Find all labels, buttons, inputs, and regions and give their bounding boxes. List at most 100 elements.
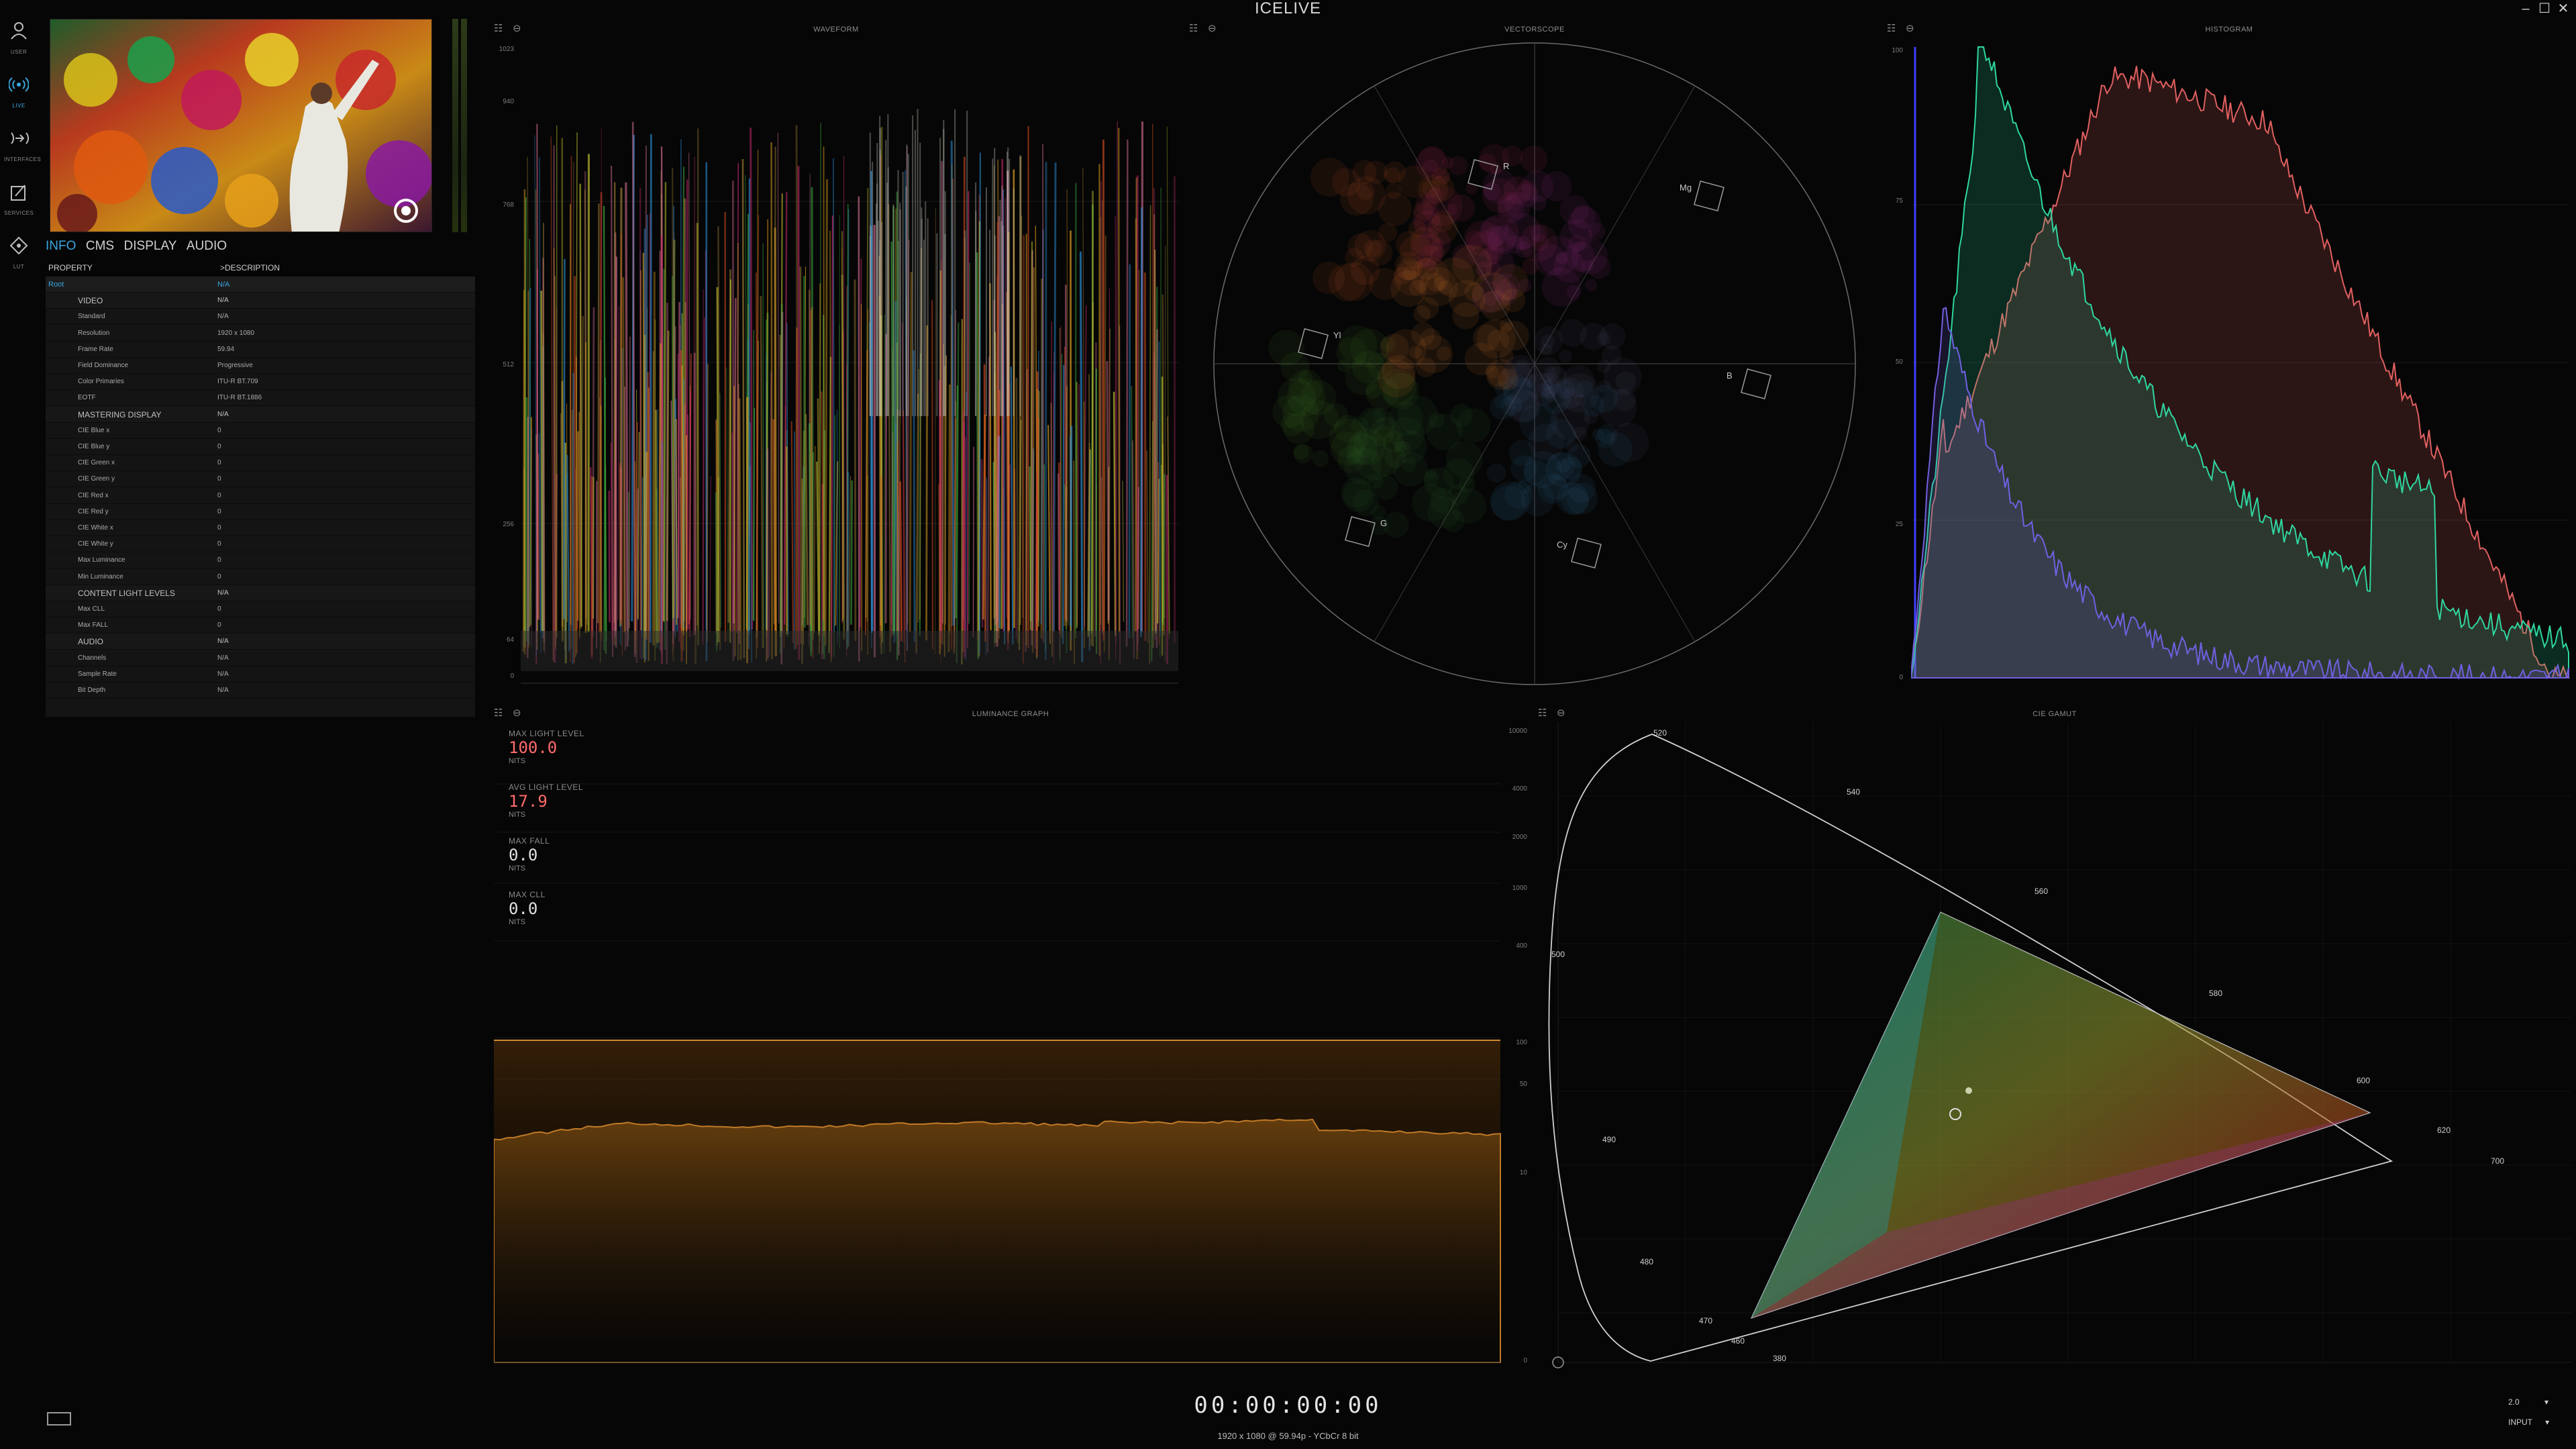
- property-key: Root: [48, 281, 64, 289]
- nav-label: USER: [10, 49, 28, 55]
- audio-meter-bar: [461, 19, 467, 232]
- property-key: VIDEO: [78, 296, 103, 306]
- property-row[interactable]: Min Luminance 0: [46, 569, 475, 585]
- vector-target-label: R: [1503, 161, 1509, 171]
- property-row[interactable]: Max CLL 0: [46, 601, 475, 617]
- axis-label: 1023: [499, 46, 514, 53]
- property-row[interactable]: CIE Blue y 0: [46, 439, 475, 455]
- cie-title: CIE GAMUT: [2032, 710, 2077, 718]
- source-value: INPUT: [2508, 1417, 2532, 1427]
- property-row[interactable]: AUDIO N/A: [46, 634, 475, 650]
- property-row[interactable]: Field Dominance Progressive: [46, 358, 475, 374]
- nav-label: LUT: [13, 264, 25, 270]
- audio-meter: [452, 19, 470, 232]
- property-value: 0: [217, 491, 221, 499]
- property-key: Channels: [78, 654, 107, 662]
- luminance-plot: [493, 783, 1501, 1363]
- property-row[interactable]: Bit Depth N/A: [46, 683, 475, 699]
- property-row[interactable]: CIE Green x 0: [46, 455, 475, 472]
- property-row[interactable]: CIE White y 0: [46, 536, 475, 553]
- vector-target-label: B: [1727, 370, 1733, 381]
- vector-target-label: Mg: [1680, 183, 1692, 193]
- tab-info[interactable]: INFO: [46, 239, 76, 254]
- cie-gamut-scope[interactable]: 520 540 560 580 600 620 700 500 490 480 470 460 380: [1538, 722, 2575, 1373]
- vector-target: Cy: [1557, 538, 1602, 568]
- nav-label: SERVICES: [4, 210, 34, 216]
- property-row[interactable]: CONTENT LIGHT LEVELS N/A: [46, 585, 475, 601]
- property-row[interactable]: Root N/A: [46, 277, 475, 293]
- axis-label: 256: [503, 521, 514, 528]
- property-row[interactable]: CIE Blue x 0: [46, 423, 475, 439]
- tab-display[interactable]: DISPLAY: [124, 239, 177, 254]
- property-row[interactable]: CIE White x 0: [46, 520, 475, 536]
- property-row[interactable]: Max Luminance 0: [46, 552, 475, 569]
- property-row[interactable]: Standard N/A: [46, 309, 475, 326]
- nav-item-live[interactable]: LIVE: [4, 74, 34, 123]
- property-key: CONTENT LIGHT LEVELS: [78, 588, 175, 598]
- property-value: 0: [217, 572, 221, 581]
- property-row[interactable]: CIE Red x 0: [46, 488, 475, 504]
- property-key: Max Luminance: [78, 556, 125, 564]
- property-key: AUDIO: [78, 637, 104, 647]
- wavelength-label: 700: [2491, 1156, 2504, 1166]
- property-row[interactable]: Channels N/A: [46, 650, 475, 666]
- property-value: N/A: [217, 410, 229, 418]
- source-select[interactable]: INPUT ▾: [2508, 1417, 2549, 1427]
- property-key: Sample Rate: [78, 670, 117, 678]
- property-value: 0: [217, 605, 221, 613]
- chevron-down-icon: ▾: [2544, 1397, 2549, 1407]
- restore-button[interactable]: ☐: [2536, 1, 2553, 16]
- property-value: 0: [217, 621, 221, 630]
- property-value: N/A: [217, 670, 229, 678]
- nav-item-lut[interactable]: LUT: [4, 235, 34, 285]
- property-row[interactable]: Frame Rate 59.94: [46, 342, 475, 358]
- axis-label: 64: [506, 636, 514, 644]
- title-bar: ICELIVE – ☐ ✕: [0, 0, 2576, 17]
- nav-item-interfaces[interactable]: INTERFACES: [4, 128, 41, 177]
- property-row[interactable]: Max FALL 0: [46, 617, 475, 634]
- signal-status: 1920 x 1080 @ 59.94p - YCbCr 8 bit: [1217, 1431, 1359, 1441]
- luminance-graph[interactable]: [493, 725, 1527, 1376]
- property-table-header: PROPERTY >DESCRIPTION: [46, 260, 475, 275]
- property-key: CIE White y: [78, 540, 113, 548]
- property-row[interactable]: CIE Green y 0: [46, 471, 475, 488]
- chevron-down-icon: ▾: [2545, 1417, 2550, 1427]
- property-value: 0: [217, 426, 221, 434]
- waveform-axis: 1023 940 768 512 256 64 0: [490, 40, 517, 685]
- property-key: Frame Rate: [78, 345, 113, 353]
- nav-item-services[interactable]: SERVICES: [4, 181, 34, 231]
- property-key: MASTERING DISPLAY: [78, 409, 162, 419]
- property-key: CIE Green x: [78, 459, 115, 467]
- wavelength-label: 580: [2209, 989, 2222, 998]
- property-row[interactable]: Sample Rate N/A: [46, 666, 475, 683]
- property-row[interactable]: Color Primaries ITU-R BT.709: [46, 374, 475, 391]
- wavelength-label: 470: [1699, 1316, 1712, 1326]
- minimize-button[interactable]: –: [2518, 1, 2534, 16]
- services-icon: [4, 181, 34, 210]
- property-key: CIE Green y: [78, 475, 115, 483]
- property-value: 0: [217, 443, 221, 450]
- lut-icon: [4, 235, 34, 264]
- property-row[interactable]: Resolution 1920 x 1080: [46, 326, 475, 342]
- vector-target: Mg: [1680, 181, 1724, 211]
- wavelength-label: 460: [1731, 1336, 1745, 1346]
- property-value: 0: [217, 459, 221, 467]
- property-row[interactable]: VIDEO N/A: [46, 293, 475, 309]
- property-row[interactable]: EOTF ITU-R BT.1886: [46, 390, 475, 407]
- property-row[interactable]: MASTERING DISPLAY N/A: [46, 406, 475, 423]
- vectorscope-scope[interactable]: R Mg B Cy G Yl: [1189, 38, 1880, 689]
- gamma-select[interactable]: 2.0 ▾: [2508, 1397, 2548, 1407]
- nav-item-user[interactable]: USER: [4, 20, 34, 70]
- video-preview[interactable]: [50, 19, 432, 232]
- axis-label: 768: [503, 201, 514, 209]
- histogram-scope[interactable]: [1910, 40, 2575, 691]
- waveform-scope[interactable]: [521, 40, 1178, 685]
- property-row[interactable]: CIE Red y 0: [46, 504, 475, 520]
- interfaces-icon: [4, 128, 34, 156]
- app-title: ICELIVE: [1254, 0, 1322, 17]
- tab-cms[interactable]: CMS: [86, 239, 114, 254]
- axis-label: 25: [1895, 521, 1903, 528]
- property-value: 59.94: [217, 345, 235, 353]
- tab-audio[interactable]: AUDIO: [187, 239, 227, 254]
- close-button[interactable]: ✕: [2555, 1, 2571, 16]
